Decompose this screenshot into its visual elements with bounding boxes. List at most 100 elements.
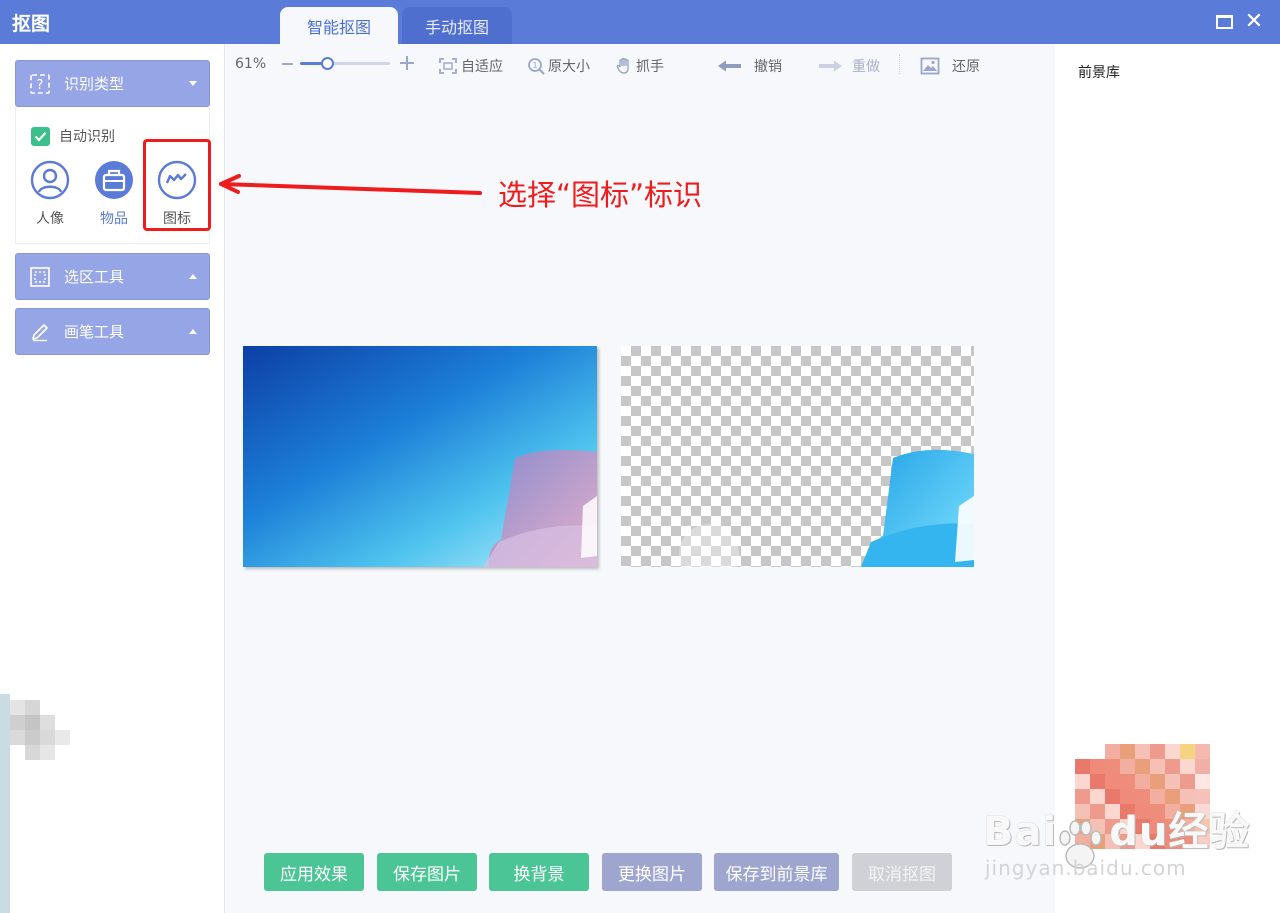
cancel-cutout-button[interactable]: 取消抠图: [852, 853, 952, 891]
hand-icon: [616, 57, 629, 74]
maximize-button[interactable]: [1212, 10, 1236, 34]
fit-button[interactable]: 自适应: [438, 56, 503, 76]
auto-detect-checkbox[interactable]: [31, 126, 50, 146]
redo-label: 重做: [852, 59, 880, 75]
title-bar: 抠图 智能抠图 手动抠图 ✕: [0, 0, 1280, 44]
magnifier-icon: 1: [528, 58, 545, 75]
mosaic-cell: [1150, 774, 1165, 789]
arrow-right-icon: [819, 60, 842, 72]
mosaic-cell: [1180, 759, 1195, 774]
zoom-level: 61%: [235, 56, 267, 72]
fit-label: 自适应: [461, 59, 503, 75]
mosaic-cell: [1075, 774, 1090, 789]
mosaic-block: [55, 730, 70, 745]
type-person-label: 人像: [36, 211, 64, 227]
chevron-down-icon: [189, 81, 197, 86]
selection-tools-label: 选区工具: [64, 268, 125, 286]
mosaic-cell: [1180, 774, 1195, 789]
mosaic-cell: [1195, 759, 1210, 774]
original-image-preview: [243, 346, 597, 567]
zoom-slider-handle[interactable]: [321, 57, 334, 70]
save-image-button[interactable]: 保存图片: [377, 853, 477, 891]
change-background-button[interactable]: 换背景: [489, 853, 589, 891]
close-button[interactable]: ✕: [1242, 10, 1266, 34]
question-frame-icon: ?: [30, 73, 50, 94]
undo-label: 撤销: [754, 59, 782, 75]
watermark-logo: Bai du经验: [983, 799, 1250, 857]
canvas-toolbar: 61% 自适应 1 原大小 抓手 撤销 重做 还原: [225, 44, 1055, 86]
edge-decoration: [0, 694, 10, 913]
foreground-library-panel: 前景库 Bai du经验 jingyan.baidu.com: [983, 44, 1280, 913]
type-object-label: 物品: [100, 211, 128, 227]
mosaic-block: [10, 715, 25, 730]
mosaic-block: [25, 745, 40, 760]
mosaic-block: [40, 745, 55, 760]
save-to-library-button[interactable]: 保存到前景库: [714, 853, 839, 891]
hand-tool-button[interactable]: 抓手: [615, 56, 664, 76]
watermark-brand: Bai: [983, 809, 1058, 855]
bag-icon: [95, 161, 133, 199]
mosaic-cell: [1075, 759, 1090, 774]
mosaic-cell: [1165, 774, 1180, 789]
recognition-type-label: 识别类型: [64, 75, 125, 93]
mosaic-cell: [1135, 744, 1150, 759]
mosaic-block: [25, 700, 40, 715]
mosaic-cell: [1180, 744, 1195, 759]
pencil-icon: [30, 322, 50, 342]
watermark-brand-cn: 经验: [1168, 809, 1251, 855]
mosaic-block: [40, 715, 55, 730]
mosaic-cell: [1165, 744, 1180, 759]
arrow-left-icon: [718, 60, 741, 72]
logo-highlight-box: [143, 139, 211, 231]
zoom-out-button[interactable]: [282, 63, 293, 65]
selection-frame-icon: [30, 266, 50, 287]
mosaic-cell: [1120, 744, 1135, 759]
original-size-label: 原大小: [548, 59, 590, 75]
brush-tools-header[interactable]: 画笔工具: [15, 308, 210, 355]
type-person[interactable]: 人像: [25, 160, 75, 228]
mosaic-cell: [1105, 774, 1120, 789]
chevron-up-icon: [189, 329, 197, 334]
mosaic-cell: [1135, 774, 1150, 789]
watermark-brand-du: du: [1109, 809, 1169, 855]
auto-detect-label: 自动识别: [59, 129, 115, 145]
annotation-text: 选择“图标”标识: [498, 178, 703, 212]
redo-button[interactable]: 重做: [817, 56, 880, 76]
image-icon: [920, 57, 940, 75]
chevron-up-icon: [189, 274, 197, 279]
mosaic-cell: [1090, 759, 1105, 774]
original-logo-shape: [483, 450, 597, 567]
zoom-slider[interactable]: [300, 57, 390, 70]
selection-tools-header[interactable]: 选区工具: [15, 253, 210, 300]
mosaic-cell: [1150, 744, 1165, 759]
mosaic-block: [40, 730, 55, 745]
original-size-button[interactable]: 1 原大小: [527, 56, 590, 76]
auto-detect-row[interactable]: 自动识别: [31, 126, 115, 146]
cutout-result-preview: [621, 346, 974, 567]
replace-image-button[interactable]: 更换图片: [602, 853, 702, 891]
tab-manual-cutout[interactable]: 手动抠图: [402, 7, 512, 44]
mosaic-cell: [1195, 774, 1210, 789]
mosaic-cell: [1165, 759, 1180, 774]
mosaic-cell: [1135, 759, 1150, 774]
svg-text:1: 1: [532, 61, 537, 70]
apply-effect-button[interactable]: 应用效果: [264, 853, 364, 891]
restore-label: 还原: [952, 59, 980, 75]
annotation-arrow: [219, 174, 482, 195]
restore-button[interactable]: 还原: [920, 56, 980, 76]
recognition-type-header[interactable]: ? 识别类型: [15, 60, 210, 107]
undo-button[interactable]: 撤销: [717, 56, 782, 76]
toolbar-divider: [899, 54, 900, 74]
type-object[interactable]: 物品: [89, 160, 139, 228]
brush-tools-label: 画笔工具: [64, 323, 125, 341]
recognition-type-body: 自动识别 人像 物品 图标: [15, 107, 211, 244]
person-icon: [30, 160, 70, 200]
tab-smart-cutout[interactable]: 智能抠图: [280, 7, 398, 44]
mosaic-block: [10, 700, 25, 715]
mosaic-cell: [1105, 759, 1120, 774]
mosaic-block: [10, 730, 25, 745]
zoom-in-button[interactable]: [400, 56, 414, 70]
watermark-url: jingyan.baidu.com: [985, 856, 1187, 880]
mosaic-cell: [1120, 759, 1135, 774]
cutout-logo-shape: [679, 449, 974, 567]
